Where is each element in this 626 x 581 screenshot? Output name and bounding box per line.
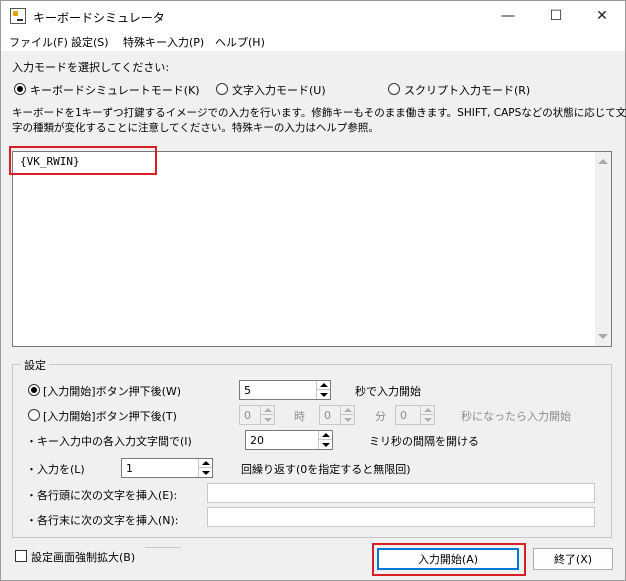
spinner-arrows-icon[interactable] (260, 406, 274, 424)
title-bar: キーボードシミュレータ — ☐ ✕ (1, 1, 625, 31)
mode-text-label[interactable]: 文字入力モード(U) (232, 82, 326, 98)
spinner-arrows-icon[interactable] (420, 406, 434, 424)
minimize-button[interactable]: — (485, 1, 531, 31)
exit-button[interactable]: 終了(X) (533, 548, 613, 570)
settings-group-title: 設定 (21, 357, 49, 373)
highlight-input-text (9, 146, 157, 175)
minimize-icon: — (501, 8, 515, 24)
app-keyboard-icon (10, 8, 26, 24)
mode-keyboard-label[interactable]: キーボードシミュレートモード(K) (30, 82, 200, 98)
highlight-start-button (372, 543, 526, 576)
menu-settings[interactable]: 設定(S) (71, 34, 109, 50)
force-expand-checkbox[interactable] (15, 550, 27, 562)
menu-help[interactable]: ヘルプ(H) (215, 34, 265, 50)
start-time-radio[interactable] (28, 409, 40, 421)
scroll-down-icon[interactable] (598, 334, 608, 339)
spinner-arrows-icon[interactable] (316, 381, 330, 399)
app-window: キーボードシミュレータ — ☐ ✕ ファイル(F) 設定(S) 特殊キー入力(P… (0, 0, 626, 581)
menu-special-key[interactable]: 特殊キー入力(P) (123, 34, 204, 50)
start-minute-value: 0 (324, 409, 331, 422)
window-title: キーボードシミュレータ (33, 11, 165, 25)
delay-seconds-value: 5 (244, 384, 251, 397)
spinner-arrows-icon[interactable] (198, 459, 212, 477)
textarea-scrollbar[interactable] (595, 152, 611, 346)
force-expand-label[interactable]: 設定画面強制拡大(B) (31, 549, 135, 565)
interval-suffix: ミリ秒の間隔を開ける (369, 435, 479, 448)
exit-label: 終了(X) (553, 553, 593, 566)
start-hour-value: 0 (244, 409, 251, 422)
line-prefix-input[interactable] (207, 483, 595, 503)
spinner-arrows-icon[interactable] (340, 406, 354, 424)
mode-script-radio[interactable] (388, 83, 400, 95)
repeat-spinner[interactable]: 1 (121, 458, 213, 478)
maximize-icon: ☐ (549, 8, 563, 24)
delay-seconds-spinner[interactable]: 5 (239, 380, 331, 400)
delay-seconds-label[interactable]: [入力開始]ボタン押下後(W) (43, 383, 181, 399)
close-button[interactable]: ✕ (579, 1, 625, 31)
start-minute-spinner[interactable]: 0 (319, 405, 355, 425)
menu-bar: ファイル(F) 設定(S) 特殊キー入力(P) ヘルプ(H) (1, 31, 625, 51)
menu-file[interactable]: ファイル(F) (9, 34, 68, 50)
repeat-value: 1 (126, 462, 133, 475)
mode-description-line1: キーボードを1キーずつ打鍵するイメージでの入力を行います。修飾キーもそのまま働き… (12, 107, 626, 119)
line-suffix-label: ・各行末に次の文字を挿入(N): (26, 514, 179, 527)
maximize-button[interactable]: ☐ (533, 1, 579, 31)
mode-script-label[interactable]: スクリプト入力モード(R) (404, 82, 530, 98)
start-time-label[interactable]: [入力開始]ボタン押下後(T) (43, 408, 177, 424)
start-second-spinner[interactable]: 0 (395, 405, 435, 425)
line-suffix-input[interactable] (207, 507, 595, 527)
repeat-label: ・入力を(L) (26, 463, 85, 476)
delay-seconds-suffix: 秒で入力開始 (355, 385, 421, 398)
footer-divider (145, 547, 181, 548)
interval-value: 20 (250, 434, 264, 447)
hour-unit-label: 時 (294, 410, 305, 423)
close-icon: ✕ (596, 8, 608, 24)
input-textarea[interactable]: {VK_RWIN} (12, 151, 612, 347)
start-second-value: 0 (400, 409, 407, 422)
start-time-suffix: 秒になったら入力開始 (461, 410, 571, 423)
repeat-suffix: 回繰り返す(0を指定すると無限回) (241, 463, 411, 476)
interval-label: ・キー入力中の各入力文字間で(I) (26, 435, 192, 448)
mode-description-line2: 字の種類が変化することに注意してください。特殊キーの入力はヘルプ参照。 (12, 122, 379, 134)
interval-spinner[interactable]: 20 (245, 430, 333, 450)
spinner-arrows-icon[interactable] (318, 431, 332, 449)
minute-unit-label: 分 (375, 410, 386, 423)
delay-seconds-radio[interactable] (28, 384, 40, 396)
start-hour-spinner[interactable]: 0 (239, 405, 275, 425)
mode-keyboard-radio[interactable] (14, 83, 26, 95)
mode-text-radio[interactable] (216, 83, 228, 95)
line-prefix-label: ・各行頭に次の文字を挿入(E): (26, 489, 178, 502)
mode-prompt: 入力モードを選択してください: (12, 61, 170, 74)
scroll-up-icon[interactable] (598, 159, 608, 164)
